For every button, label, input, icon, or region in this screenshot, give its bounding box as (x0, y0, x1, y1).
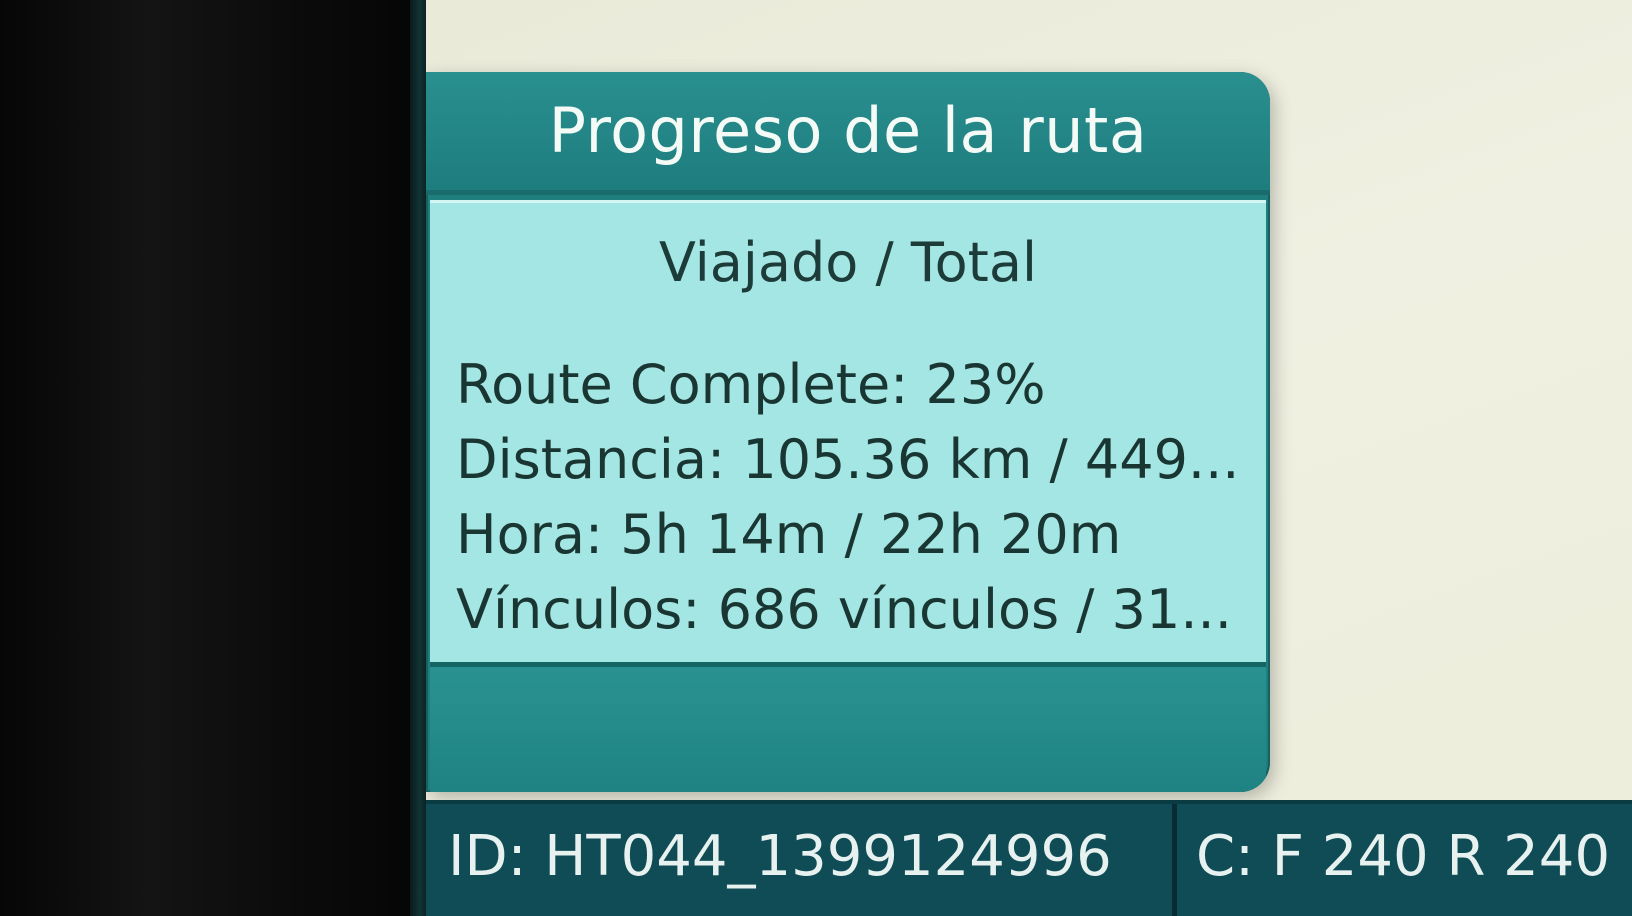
dialog-body: Viajado / Total Route Complete: 23% Dist… (430, 200, 1266, 665)
dialog-footer[interactable] (430, 662, 1266, 792)
route-complete-row: Route Complete: 23% (456, 353, 1046, 416)
device-bezel (0, 0, 425, 916)
status-bar: ID: HT044_1399124996 C: F 240 R 240 (426, 800, 1632, 916)
traveled-total-heading: Viajado / Total (659, 231, 1037, 294)
screen: Progreso de la ruta Viajado / Total Rout… (426, 0, 1632, 916)
distance-row: Distancia: 105.36 km / 449... (456, 428, 1240, 491)
device-photo: Progreso de la ruta Viajado / Total Rout… (0, 0, 1632, 916)
status-id: ID: HT044_1399124996 (448, 824, 1112, 889)
screen-edge (410, 0, 426, 916)
dialog-header: Progreso de la ruta (426, 72, 1270, 195)
route-progress-dialog: Progreso de la ruta Viajado / Total Rout… (426, 72, 1270, 792)
links-row: Vínculos: 686 vínculos / 31... (456, 578, 1232, 641)
time-row: Hora: 5h 14m / 22h 20m (456, 503, 1122, 566)
status-divider (1172, 804, 1177, 916)
dialog-title: Progreso de la ruta (548, 94, 1148, 167)
status-c: C: F 240 R 240 (1196, 824, 1611, 889)
